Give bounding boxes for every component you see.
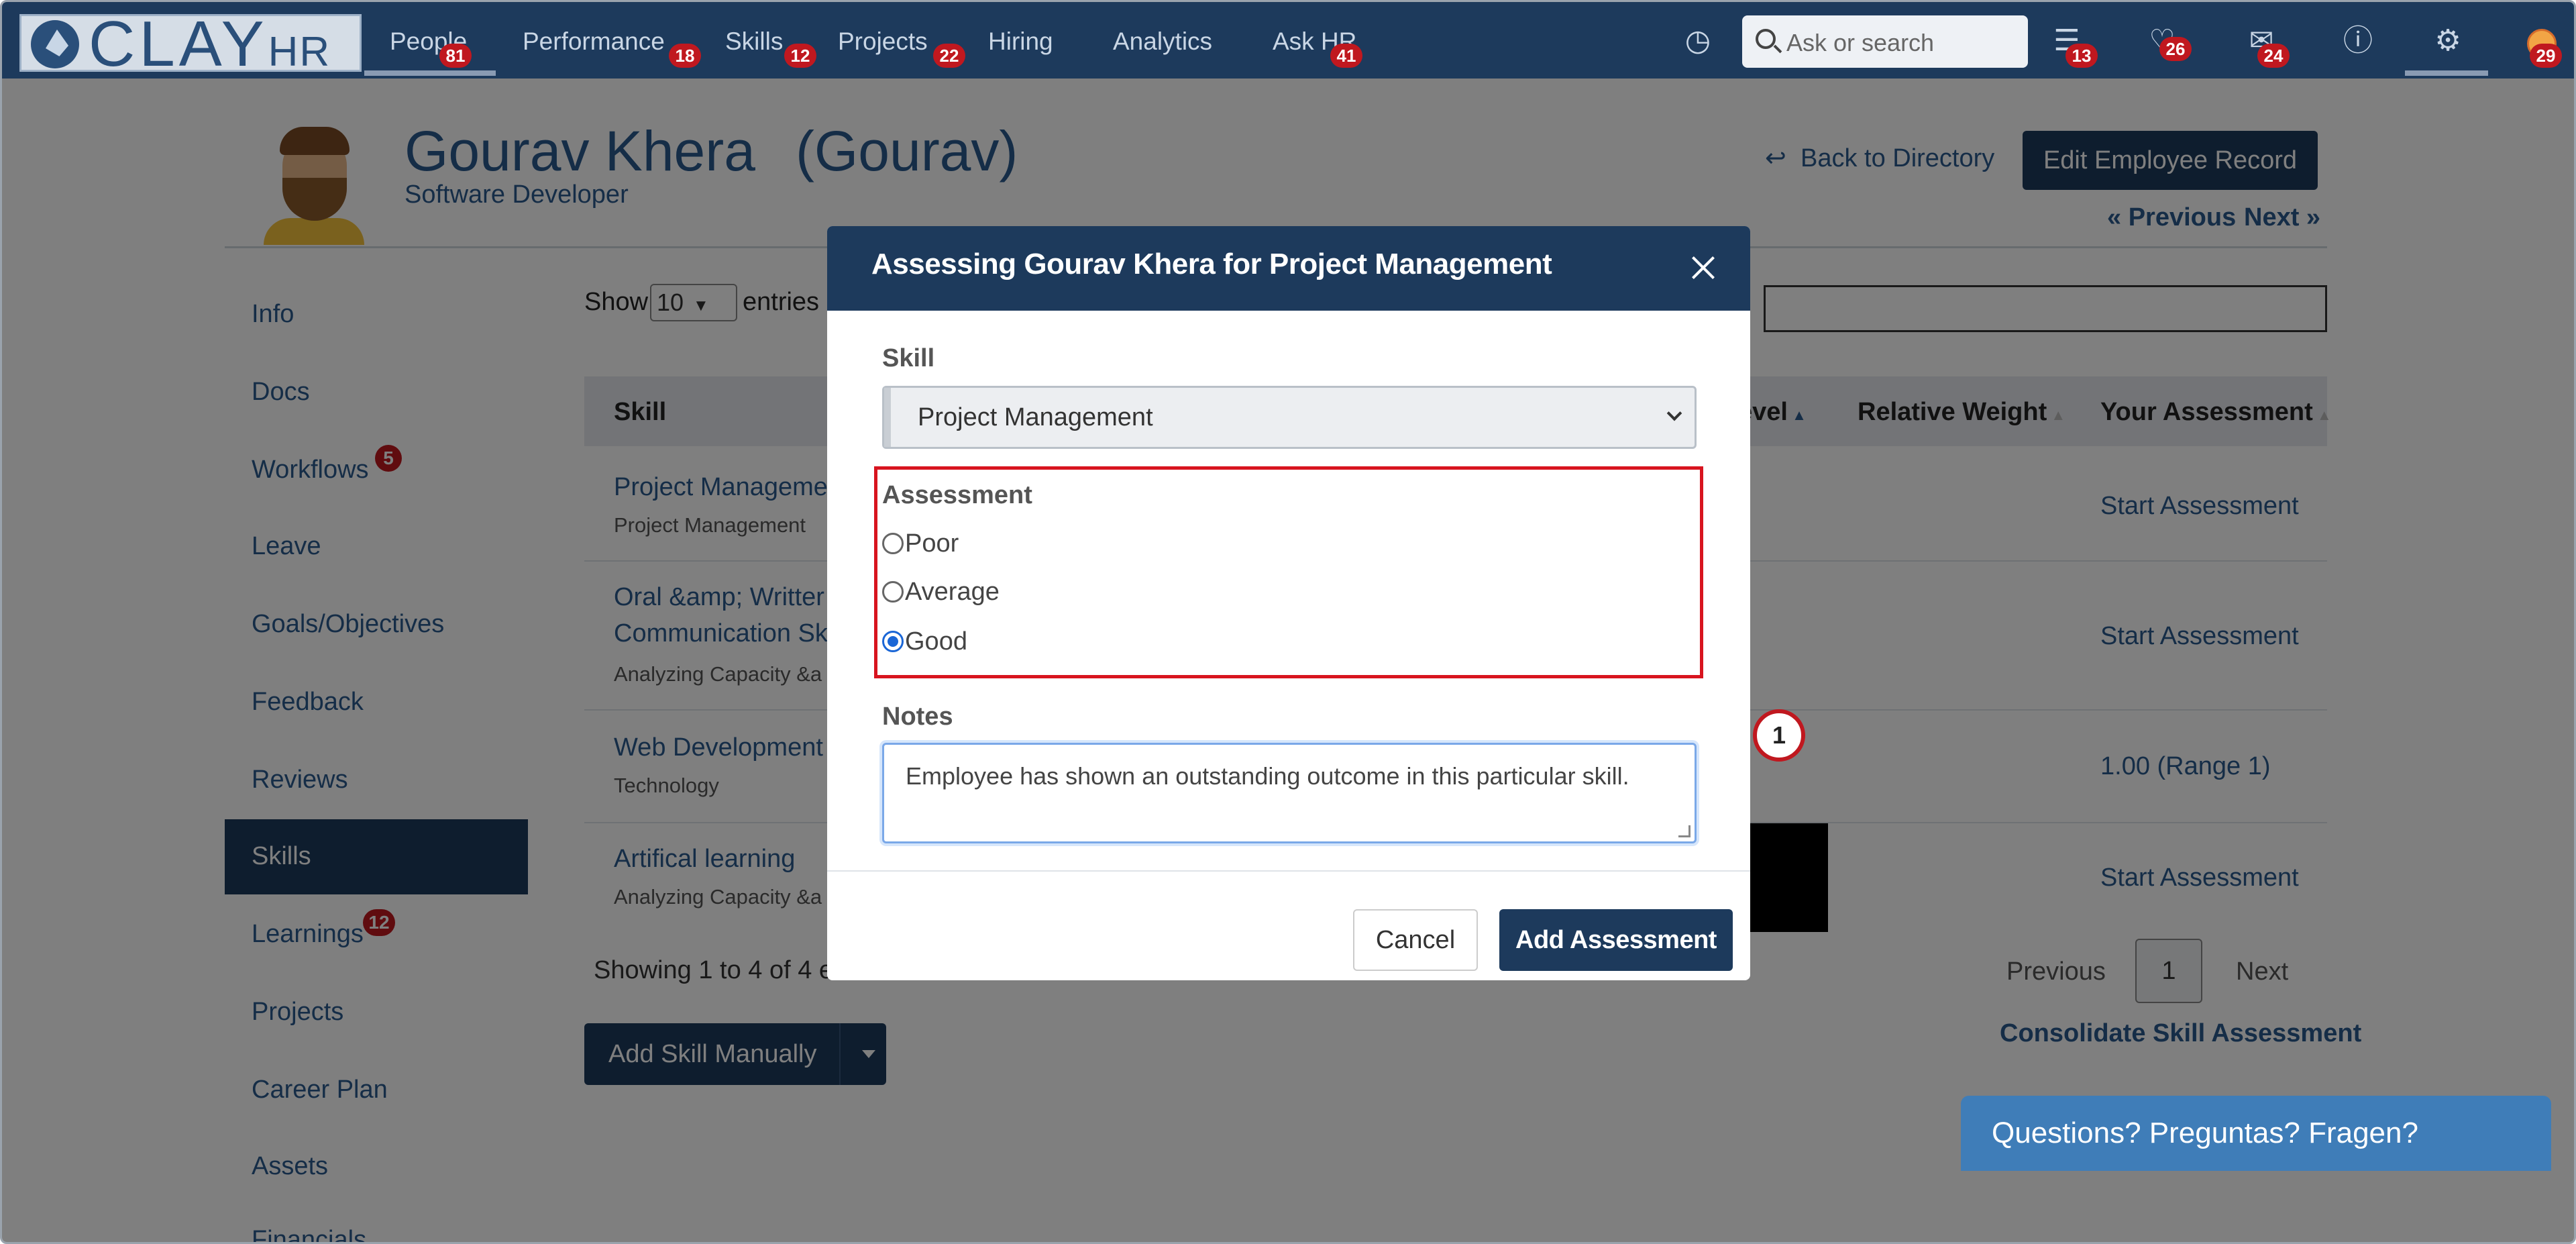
assessment-option-average[interactable]: Average: [882, 578, 1000, 607]
nav-projects[interactable]: Projects: [838, 28, 928, 56]
top-navbar: CLAYHR People 81 Performance 18 Skills 1…: [2, 2, 2574, 79]
chat-widget-button[interactable]: Questions? Preguntas? Fragen?: [1961, 1096, 2551, 1171]
step-marker: 1: [1753, 709, 1805, 762]
search-input[interactable]: Ask or search: [1742, 15, 2028, 68]
resize-handle-icon[interactable]: [1678, 825, 1690, 837]
learning-badge: 13: [2065, 44, 2098, 68]
search-placeholder: Ask or search: [1786, 29, 1935, 56]
gear-active-underline: [2405, 70, 2488, 76]
notifications-badge: 26: [2159, 37, 2192, 61]
modal-footer-divider: [827, 870, 1750, 872]
skill-select[interactable]: Project Management: [882, 386, 1697, 449]
gear-icon[interactable]: ⚙: [2432, 25, 2464, 57]
assessment-label: Assessment: [882, 481, 1032, 509]
nav-hiring[interactable]: Hiring: [988, 28, 1053, 56]
modal-title: Assessing Gourav Khera for Project Manag…: [871, 248, 1552, 280]
nav-skills[interactable]: Skills: [725, 28, 783, 56]
logo-mark-icon: [31, 20, 79, 68]
radio-poor[interactable]: [882, 533, 904, 554]
nav-active-underline: [364, 70, 496, 76]
modal-header: Assessing Gourav Khera for Project Manag…: [827, 226, 1750, 311]
assessment-modal: Assessing Gourav Khera for Project Manag…: [827, 226, 1750, 980]
assessment-option-poor[interactable]: Poor: [882, 529, 959, 558]
messages-badge: 24: [2257, 44, 2290, 68]
nav-analytics[interactable]: Analytics: [1113, 28, 1212, 56]
chevron-down-icon: [1666, 405, 1682, 421]
alarm-clock-icon[interactable]: ◷: [1682, 25, 1714, 57]
nav-people-badge: 81: [439, 44, 472, 68]
nav-performance-badge: 18: [669, 44, 701, 68]
add-assessment-button[interactable]: Add Assessment: [1499, 909, 1733, 971]
search-icon: [1756, 29, 1776, 49]
nav-performance[interactable]: Performance: [523, 28, 665, 56]
nav-ask-hr-badge: 41: [1330, 44, 1362, 68]
logo-text: CLAYHR: [89, 8, 331, 80]
assessment-option-good[interactable]: Good: [882, 627, 967, 656]
close-icon[interactable]: [1686, 250, 1721, 285]
nav-skills-badge: 12: [784, 44, 816, 68]
notes-textarea[interactable]: Employee has shown an outstanding outcom…: [882, 743, 1697, 843]
app-window: CLAYHR People 81 Performance 18 Skills 1…: [0, 0, 2576, 1244]
cancel-button[interactable]: Cancel: [1353, 909, 1478, 971]
help-icon[interactable]: ⓘ: [2342, 25, 2374, 57]
notes-label: Notes: [882, 703, 953, 731]
radio-good[interactable]: [882, 631, 904, 652]
skill-label: Skill: [882, 344, 935, 372]
radio-average[interactable]: [882, 581, 904, 603]
clayhr-logo[interactable]: CLAYHR: [19, 12, 362, 76]
nav-projects-badge: 22: [933, 44, 965, 68]
avatar-badge: 29: [2530, 44, 2562, 68]
